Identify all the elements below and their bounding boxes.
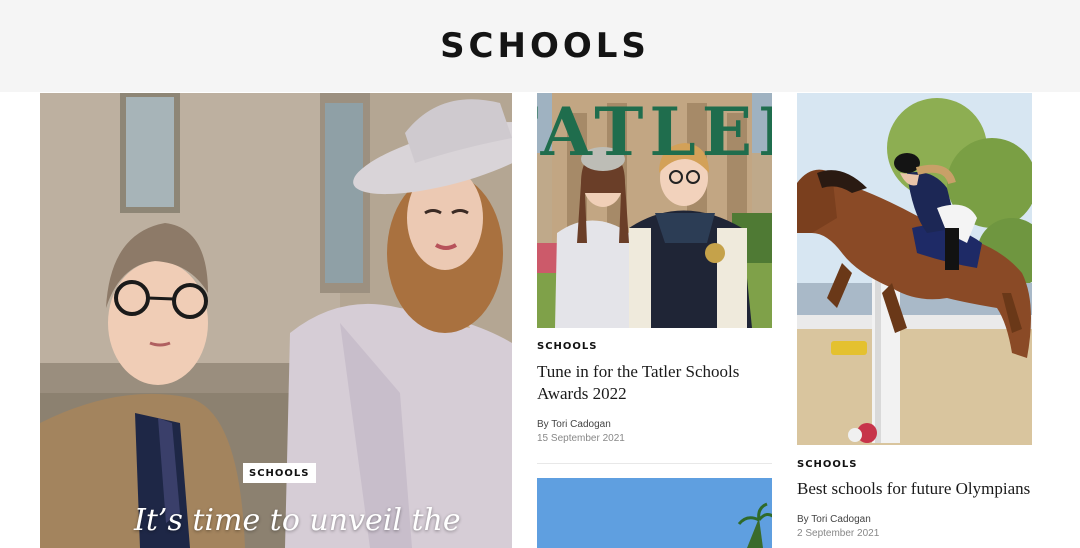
hero-category-tag[interactable]: SCHOOLS [243, 463, 316, 483]
article-card-tatler-awards[interactable]: SCHOOLS Tune in for the Tatler Schools A… [537, 341, 772, 444]
article-author[interactable]: By Tori Cadogan [797, 514, 1032, 525]
article-card-olympians[interactable]: SCHOOLS Best schools for future Olympian… [797, 459, 1032, 539]
hero-article-card[interactable]: SCHOOLS It’s time to unveil the [40, 93, 512, 548]
article-date: 2 September 2021 [797, 528, 880, 539]
category-tag[interactable]: SCHOOLS [797, 459, 1032, 470]
article-author[interactable]: By Tori Cadogan [537, 419, 772, 430]
category-tag[interactable]: SCHOOLS [537, 341, 772, 352]
tatler-masthead: TATLER [537, 93, 772, 171]
page-title: SCHOOLS [440, 26, 650, 66]
article-image-next[interactable] [537, 478, 772, 548]
hero-article-title[interactable]: It’s time to unveil the [134, 503, 461, 538]
article-date: 15 September 2021 [537, 433, 625, 444]
card-divider [537, 463, 772, 464]
article-title[interactable]: Tune in for the Tatler Schools Awards 20… [537, 361, 772, 405]
article-image-tatler-cover[interactable]: TATLER [537, 93, 772, 328]
article-title[interactable]: Best schools for future Olympians [797, 478, 1032, 500]
page-header: SCHOOLS [0, 0, 1080, 92]
article-image-show-jumping[interactable] [797, 93, 1032, 445]
